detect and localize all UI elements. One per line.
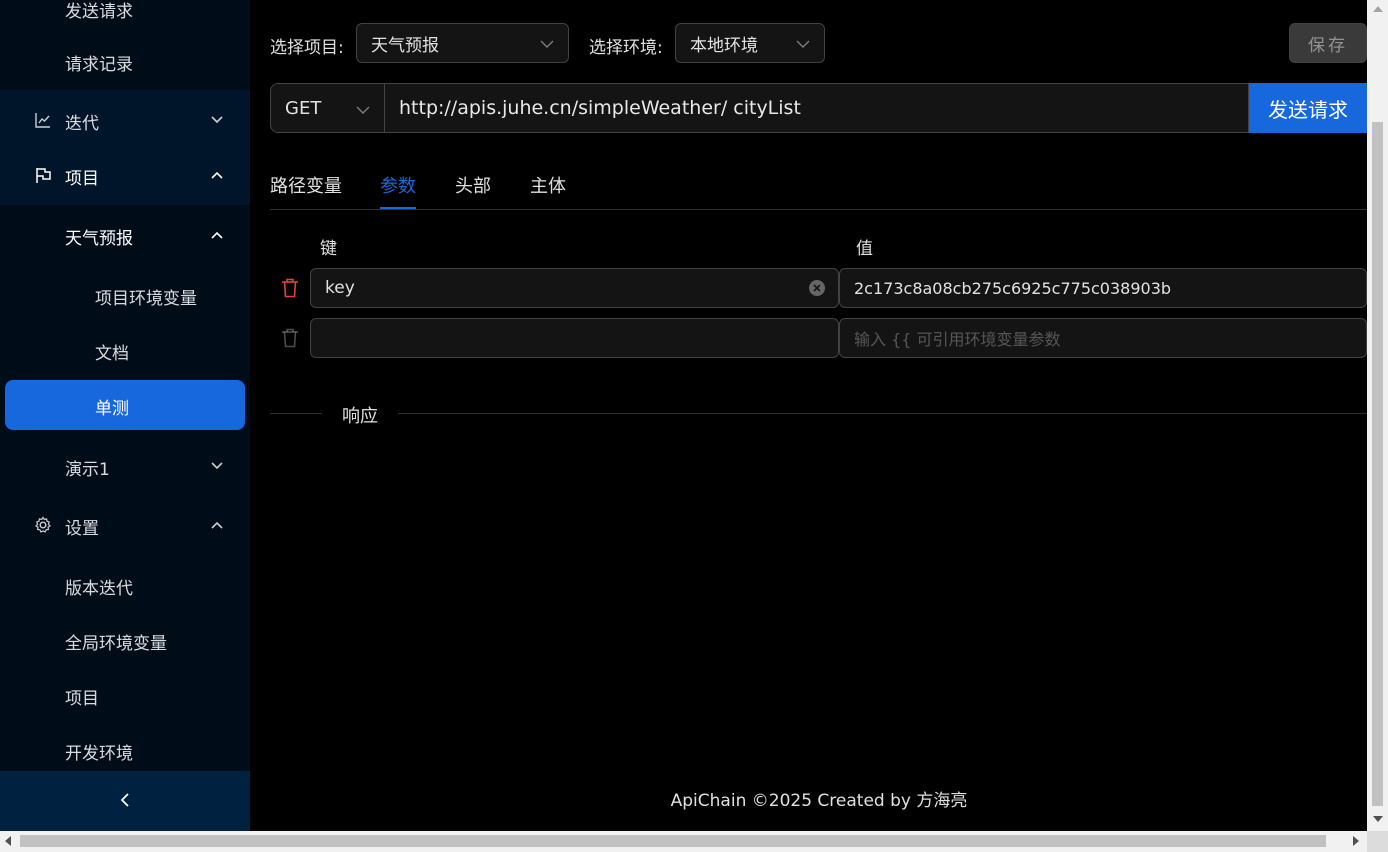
param-value-placeholder: 输入 {{ 可引用环境变量参数: [854, 330, 1061, 349]
param-key-input-empty[interactable]: [310, 318, 839, 358]
param-key-value: key: [325, 278, 355, 298]
active-tab-indicator: [380, 207, 416, 209]
param-key-input[interactable]: key: [310, 268, 839, 308]
chevron-up-icon: [210, 168, 224, 182]
sidebar-item-label: 项目环境变量: [95, 289, 197, 309]
request-tabs: 路径变量 参数 头部 主体: [270, 160, 1367, 210]
sidebar-item-label: 项目: [65, 689, 99, 709]
sidebar-item-iteration[interactable]: 迭代: [0, 90, 250, 150]
scroll-up-arrow-icon[interactable]: [1373, 6, 1383, 12]
line-chart-icon: [34, 111, 52, 129]
sidebar-item-label: 开发环境: [65, 744, 133, 764]
horizontal-scroll-thumb[interactable]: [20, 835, 1326, 847]
sidebar-item-label: 天气预报: [65, 229, 133, 249]
param-value-input-empty[interactable]: 输入 {{ 可引用环境变量参数: [839, 318, 1367, 358]
method-select[interactable]: GET: [270, 83, 385, 133]
gear-icon: [34, 516, 52, 534]
sidebar-item-label: 演示1: [65, 460, 110, 480]
delete-icon[interactable]: [281, 328, 299, 348]
sidebar-item-label: 发送请求: [65, 2, 133, 22]
project-select-value: 天气预报: [371, 35, 439, 56]
sidebar-item-weather-forecast[interactable]: 天气预报: [0, 205, 250, 265]
sidebar-item-projects[interactable]: 项目: [0, 670, 250, 720]
tab-params[interactable]: 参数: [380, 172, 416, 198]
sidebar-item-docs[interactable]: 文档: [0, 325, 250, 375]
sidebar-collapse-button[interactable]: [0, 771, 250, 831]
url-input[interactable]: http://apis.juhe.cn/simpleWeather/ cityL…: [385, 83, 1249, 133]
sidebar-item-version-iteration[interactable]: 版本迭代: [0, 560, 250, 610]
sidebar-item-label: 请求记录: [65, 55, 133, 75]
response-title: 响应: [322, 402, 398, 428]
save-button[interactable]: 保存: [1289, 23, 1367, 63]
scroll-down-arrow-icon[interactable]: [1373, 816, 1383, 822]
chevron-down-icon: [540, 36, 554, 50]
main-content: 选择项目: 天气预报 选择环境: 本地环境 保存 GET http://apis…: [250, 0, 1367, 831]
param-value-input[interactable]: 2c173c8a08cb275c6925c775c038903b: [839, 268, 1367, 308]
chevron-down-icon: [796, 36, 810, 50]
sidebar-item-label: 全局环境变量: [65, 634, 167, 654]
sidebar-item-dev-env[interactable]: 开发环境: [0, 725, 250, 775]
env-select-label: 选择环境:: [589, 38, 663, 58]
scrollbar-corner: [1367, 831, 1388, 852]
sidebar-item-label: 文档: [95, 344, 129, 364]
chevron-up-icon: [210, 228, 224, 242]
param-value-text: 2c173c8a08cb275c6925c775c038903b: [854, 278, 1172, 298]
sidebar-item-label: 设置: [65, 519, 99, 539]
sidebar-item-project[interactable]: 项目: [0, 145, 250, 205]
project-select-label: 选择项目:: [270, 38, 344, 58]
sidebar-item-demo1[interactable]: 演示1: [0, 438, 250, 493]
sidebar-item-send-request[interactable]: 发送请求: [0, 0, 250, 40]
scroll-left-arrow-icon[interactable]: [5, 836, 11, 846]
key-column-header: 键: [320, 239, 337, 259]
chevron-down-icon: [210, 113, 224, 127]
scroll-right-arrow-icon[interactable]: [1353, 836, 1359, 846]
tab-body[interactable]: 主体: [530, 172, 566, 198]
delete-icon[interactable]: [281, 278, 299, 298]
project-select[interactable]: 天气预报: [356, 23, 569, 63]
horizontal-scrollbar[interactable]: [0, 831, 1367, 852]
chevron-down-icon: [356, 101, 370, 115]
sidebar-item-label: 迭代: [65, 114, 99, 134]
footer-text: ApiChain ©2025 Created by 方海亮: [670, 791, 968, 811]
vertical-scroll-thumb[interactable]: [1372, 122, 1383, 806]
project-flag-icon: [34, 166, 52, 184]
clear-icon[interactable]: [809, 280, 825, 296]
env-select-value: 本地环境: [690, 35, 758, 56]
sidebar-item-unit-test[interactable]: 单测: [5, 380, 245, 430]
response-divider: [270, 413, 1367, 414]
sidebar: 发送请求 请求记录 迭代 项目 天气预报 项目环境变量 文档 单测 演示1 设置…: [0, 0, 250, 831]
vertical-scrollbar[interactable]: [1367, 0, 1388, 831]
method-value: GET: [285, 97, 322, 119]
send-request-button[interactable]: 发送请求: [1249, 83, 1367, 133]
chevron-up-icon: [210, 518, 224, 532]
chevron-down-icon: [210, 459, 224, 473]
sidebar-item-project-env-vars[interactable]: 项目环境变量: [0, 270, 250, 320]
tab-headers[interactable]: 头部: [455, 172, 491, 198]
sidebar-item-label: 版本迭代: [65, 579, 133, 599]
tab-path-variables[interactable]: 路径变量: [270, 172, 342, 198]
value-column-header: 值: [856, 239, 873, 259]
sidebar-item-label: 项目: [65, 169, 99, 189]
sidebar-item-request-history[interactable]: 请求记录: [0, 40, 250, 90]
sidebar-item-settings[interactable]: 设置: [0, 495, 250, 555]
sidebar-item-global-env-vars[interactable]: 全局环境变量: [0, 615, 250, 665]
chevron-left-icon: [120, 792, 130, 811]
sidebar-item-label: 单测: [95, 399, 129, 419]
env-select[interactable]: 本地环境: [675, 23, 825, 63]
